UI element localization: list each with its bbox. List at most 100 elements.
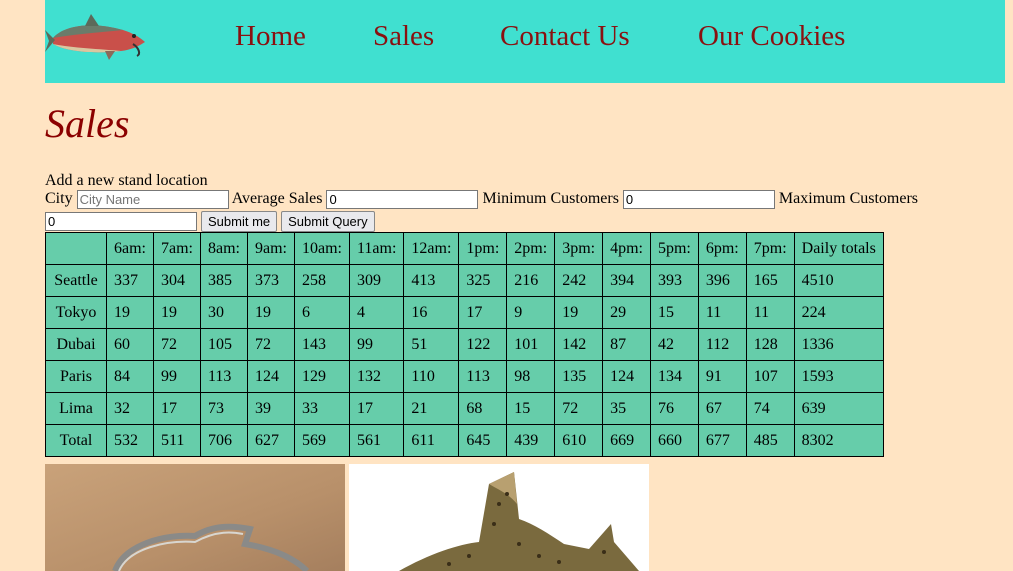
table-cell: 124: [247, 360, 295, 393]
table-cell: 511: [153, 424, 201, 457]
table-cell: 32: [106, 392, 154, 425]
table-body: Seattle 337 304 385 373 258 309 413 325 216 242 394…: [45, 264, 884, 457]
table-cell: 72: [554, 392, 604, 425]
header-cell: 10am:: [294, 232, 350, 265]
sales-table: 6am: 7am: 8am: 9am: 10am: 11am: 12am: 1p…: [45, 232, 884, 457]
average-sales-label: Average Sales: [231, 190, 323, 208]
table-cell: 17: [458, 296, 508, 329]
table-cell: 385: [200, 264, 248, 297]
table-cell: 242: [554, 264, 604, 297]
table-cell: 33: [294, 392, 350, 425]
row-label-cell: Paris: [45, 360, 107, 393]
table-cell: 17: [153, 392, 201, 425]
table-cell: 611: [403, 424, 460, 457]
row-label-cell: Lima: [45, 392, 107, 425]
city-label: City: [45, 190, 73, 208]
table-cell: 143: [294, 328, 350, 361]
header-cell: 8am:: [200, 232, 248, 265]
maximum-customers-input[interactable]: [45, 212, 197, 231]
table-cell: 304: [153, 264, 201, 297]
top-navigation-bar: Home Sales Contact Us Our Cookies: [45, 0, 1005, 83]
header-cell: 6pm:: [697, 232, 747, 265]
submit-me-button[interactable]: Submit me: [201, 211, 278, 232]
table-cell: 9: [506, 296, 556, 329]
table-cell: 72: [247, 328, 295, 361]
table-cell: 645: [458, 424, 508, 457]
table-cell: 413: [403, 264, 460, 297]
minimum-customers-input[interactable]: [622, 190, 775, 209]
table-cell: 660: [649, 424, 699, 457]
table-cell: 677: [697, 424, 747, 457]
table-cell: 224: [793, 296, 884, 329]
row-label-cell: Dubai: [45, 328, 107, 361]
header-cell: 4pm:: [602, 232, 651, 265]
table-cell: 21: [403, 392, 460, 425]
table-cell: 129: [294, 360, 350, 393]
header-cell: 5pm:: [649, 232, 699, 265]
table-cell: 4510: [793, 264, 884, 297]
city-input[interactable]: [76, 190, 229, 209]
salmon-logo-icon[interactable]: [45, 10, 147, 68]
nav-sales-link[interactable]: Sales: [373, 20, 434, 53]
table-cell: 91: [697, 360, 747, 393]
table-cell: 16: [403, 296, 460, 329]
table-cell: 610: [554, 424, 604, 457]
table-cell: 485: [745, 424, 795, 457]
table-cell: 128: [745, 328, 795, 361]
table-cell: 165: [745, 264, 795, 297]
header-cell: 3pm:: [554, 232, 604, 265]
table-cell: 30: [200, 296, 248, 329]
nav-contact-us-link[interactable]: Contact Us: [500, 20, 630, 53]
nav-home-link[interactable]: Home: [235, 20, 306, 53]
table-cell: 1336: [793, 328, 884, 361]
table-cell: 124: [602, 360, 651, 393]
table-row: Total 532 511 706 627 569 561 611 645 439 610 669 66…: [45, 424, 884, 457]
average-sales-input[interactable]: [326, 190, 479, 209]
header-cell: 6am:: [106, 232, 154, 265]
header-cell: [45, 232, 107, 265]
table-cell: 11: [745, 296, 795, 329]
row-label-cell: Tokyo: [45, 296, 107, 329]
table-cell: 8302: [793, 424, 884, 457]
table-cell: 19: [153, 296, 201, 329]
table-row: Paris 84 99 113 124 129 132 110 113 98 135 124 134 91…: [45, 360, 884, 393]
table-cell: 73: [200, 392, 248, 425]
minimum-customers-label: Minimum Customers: [482, 190, 619, 208]
table-cell: 107: [745, 360, 795, 393]
table-cell: 76: [649, 392, 699, 425]
table-cell: 99: [348, 328, 405, 361]
form-heading: Add a new stand location: [45, 172, 208, 189]
header-cell: 9am:: [247, 232, 295, 265]
table-cell: 135: [554, 360, 604, 393]
table-cell: 19: [247, 296, 295, 329]
table-cell: 11: [697, 296, 747, 329]
table-cell: 112: [697, 328, 747, 361]
page-title: Sales: [45, 101, 130, 146]
table-cell: 394: [602, 264, 651, 297]
table-row: Lima 32 17 73 39 33 17 21 68 15 72 35 76 67 74 639: [45, 392, 884, 425]
table-cell: 639: [793, 392, 884, 425]
table-cell: 4: [348, 296, 405, 329]
salmon-image: [349, 464, 649, 571]
header-cell: 2pm:: [506, 232, 556, 265]
table-cell: 1593: [793, 360, 884, 393]
table-cell: 396: [697, 264, 747, 297]
table-cell: 569: [294, 424, 350, 457]
table-cell: 101: [506, 328, 556, 361]
cookie-cutter-image: [45, 464, 345, 571]
table-cell: 258: [294, 264, 350, 297]
header-cell: Daily totals: [793, 232, 884, 265]
table-cell: 216: [506, 264, 556, 297]
nav-our-cookies-link[interactable]: Our Cookies: [698, 20, 845, 53]
submit-query-button[interactable]: Submit Query: [281, 211, 375, 232]
table-cell: 15: [506, 392, 556, 425]
table-cell: 42: [649, 328, 699, 361]
table-cell: 393: [649, 264, 699, 297]
table-cell: 99: [153, 360, 201, 393]
row-label-cell: Seattle: [45, 264, 107, 297]
header-cell: 12am:: [403, 232, 460, 265]
table-cell: 98: [506, 360, 556, 393]
table-cell: 439: [506, 424, 556, 457]
table-cell: 325: [458, 264, 508, 297]
table-cell: 67: [697, 392, 747, 425]
